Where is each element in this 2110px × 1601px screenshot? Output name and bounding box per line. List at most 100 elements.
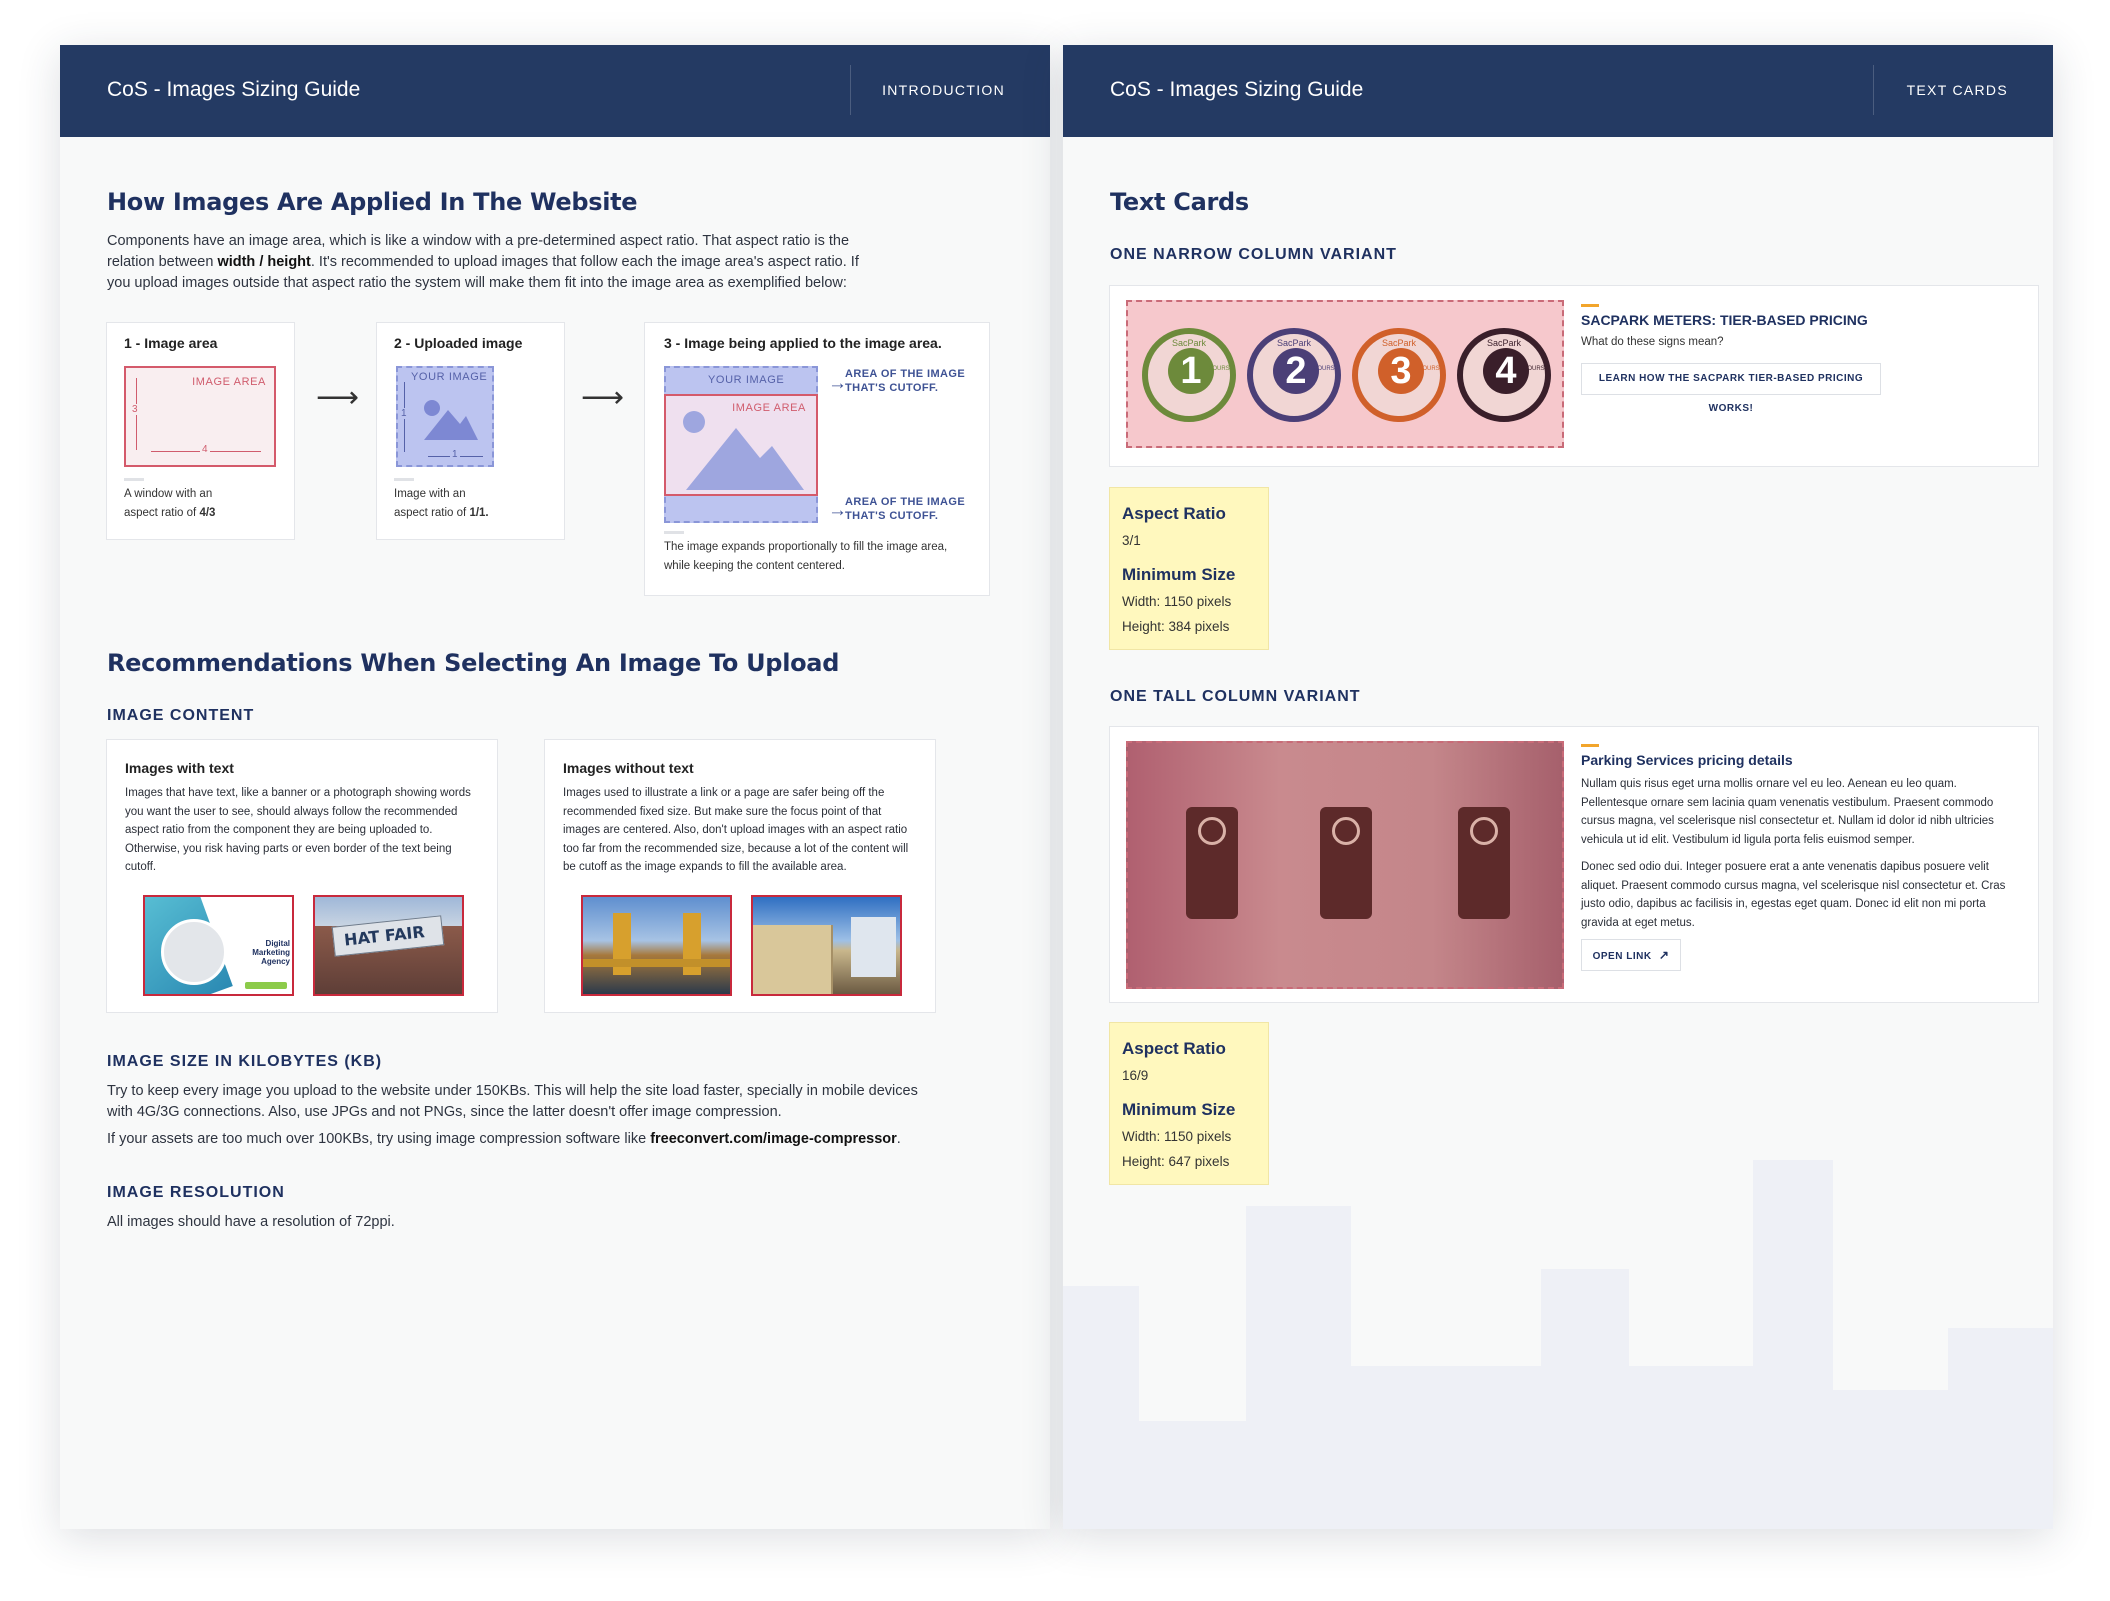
minimum-height: Height: 647 pixels — [1122, 1154, 1230, 1169]
mountain-image-icon — [683, 411, 804, 490]
cutoff-line: THAT'S CUTOFF. — [845, 510, 939, 522]
badge-brand: SacPark — [1171, 338, 1206, 348]
divider — [124, 478, 144, 481]
divider — [394, 478, 414, 481]
card-caption: The image expands proportionally to fill… — [664, 538, 947, 576]
paragraph-line: aliquet. Praesent commodo cursus magna, … — [1581, 879, 2006, 892]
building-thumbnail — [751, 895, 902, 996]
tier-badge-4: SacPark 4 HOURS — [1457, 328, 1551, 422]
payphone-3 — [1458, 807, 1510, 919]
minimum-size-label: Minimum Size — [1122, 1100, 1236, 1119]
image-area-box: IMAGE AREA 3 4 — [124, 366, 276, 467]
tall-spec-box: Aspect Ratio 16/9 Minimum Size Width: 11… — [1109, 1022, 1269, 1185]
description-line: you want the user to see, should always … — [125, 805, 458, 818]
description-line: too far from the recommended size, becau… — [563, 842, 909, 855]
card-title: Images with text — [125, 760, 234, 776]
header-divider — [1873, 65, 1874, 115]
badge-brand: SacPark — [1276, 338, 1311, 348]
caption-text: aspect ratio of — [394, 507, 470, 519]
paragraph-line: cursus magna, vel scelerisque nisl conse… — [1581, 815, 1994, 827]
variant-label: ONE NARROW COLUMN VARIANT — [1110, 246, 1397, 263]
intro-paragraph: Components have an image area, which is … — [107, 231, 987, 294]
badge-brand: SacPark — [1381, 338, 1416, 348]
skyline-decoration — [1541, 1269, 1629, 1529]
banner-text: HAT FAIR — [343, 922, 426, 950]
mountain-image-icon — [424, 400, 478, 440]
uploaded-image-box: YOUR IMAGE 1 1 — [396, 366, 494, 467]
narrow-text-card: SacPark 1 HOURS SacPark 2 HOURS SacPark … — [1109, 285, 2039, 467]
card-title: 1 - Image area — [124, 335, 218, 351]
header-bar: CoS - Images Sizing Guide TEXT CARDS — [1063, 45, 2053, 137]
intro-bold: width / height — [217, 254, 311, 270]
subsection-heading: IMAGE CONTENT — [107, 707, 255, 724]
minimum-width: Width: 1150 pixels — [1122, 1129, 1232, 1144]
header-bar: CoS - Images Sizing Guide INTRODUCTION — [60, 45, 1050, 137]
card-title: SACPARK METERS: TIER-BASED PRICING — [1581, 312, 1868, 328]
header-title: CoS - Images Sizing Guide — [107, 78, 361, 101]
tier-badge-3: SacPark 3 HOURS — [1352, 328, 1446, 422]
variant-label: ONE TALL COLUMN VARIANT — [1110, 688, 1361, 705]
description-line: recommended fixed size. But make sure th… — [563, 805, 882, 818]
page-text-cards: CoS - Images Sizing Guide TEXT CARDS Tex… — [1063, 45, 2053, 1529]
caption-line: A window with an — [124, 488, 213, 500]
subsection-heading: IMAGE RESOLUTION — [107, 1184, 285, 1201]
cutoff-label-bottom: AREA OF THE IMAGE THAT'S CUTOFF. — [845, 495, 965, 523]
paragraph-line: gravida at eget metus. — [1581, 916, 1695, 929]
card-title: Parking Services pricing details — [1581, 752, 1793, 768]
size-paragraph: Try to keep every image you upload to th… — [107, 1081, 1007, 1150]
card-description: Images that have text, like a banner or … — [125, 784, 471, 877]
skyline-decoration — [1948, 1328, 2053, 1529]
rotary-dial-icon — [1470, 817, 1498, 845]
paragraph-text: If your assets are too much over 100KBs,… — [107, 1131, 651, 1147]
description-line: cutoff. — [125, 861, 157, 873]
header-section-label: TEXT CARDS — [1906, 82, 2008, 98]
rotary-dial-icon — [1332, 817, 1360, 845]
resolution-text: All images should have a resolution of 7… — [107, 1214, 395, 1230]
cutoff-label-top: AREA OF THE IMAGE THAT'S CUTOFF. — [845, 367, 965, 395]
card-title: 3 - Image being applied to the image are… — [664, 335, 942, 351]
card-title: Images without text — [563, 760, 694, 776]
banner-text: Digital Marketing Agency — [252, 939, 290, 966]
payphone-1 — [1186, 807, 1238, 919]
caption-bold: 4/3 — [199, 507, 216, 519]
arrow-right-icon: ⟶ — [581, 381, 625, 414]
card-caption: Image with an aspect ratio of 1/1. — [394, 485, 489, 523]
open-link-button[interactable]: OPEN LINK ↗ — [1581, 939, 1681, 971]
badge-brand: SacPark — [1486, 338, 1521, 348]
caption-bold: 1/1. — [469, 507, 489, 519]
cutoff-line: AREA OF THE IMAGE — [845, 368, 966, 380]
diagram-card-image-area: 1 - Image area IMAGE AREA 3 4 A window w… — [106, 322, 295, 540]
bridge-deck — [583, 959, 730, 967]
learn-more-button[interactable]: LEARN HOW THE SACPARK TIER-BASED PRICING… — [1581, 363, 1881, 414]
header-divider — [850, 65, 851, 115]
intro-line: relation between width / height. It's re… — [107, 252, 987, 273]
images-without-text-card: Images without text Images used to illus… — [544, 739, 936, 1013]
people-photo — [161, 919, 227, 985]
skyline-decoration — [1833, 1390, 1948, 1529]
section-heading: Recommendations When Selecting An Image … — [107, 649, 840, 677]
description-line: images are centered. Also, don't upload … — [563, 824, 908, 836]
button-label: OPEN LINK — [1592, 951, 1652, 962]
aspect-ratio-label: Aspect Ratio — [1122, 1039, 1226, 1058]
diagram-card-applied-image: 3 - Image being applied to the image are… — [644, 322, 990, 596]
payphone-2 — [1320, 807, 1372, 919]
description-line: Otherwise, you risk having parts or even… — [125, 842, 452, 855]
paragraph-line: Donec sed odio dui. Integer posuere erat… — [1581, 861, 1989, 873]
minimum-width: Width: 1150 pixels — [1122, 594, 1232, 609]
paragraph-line: with 4G/3G connections. Also, use JPGs a… — [107, 1104, 782, 1120]
your-image-label: YOUR IMAGE — [411, 371, 488, 383]
street-banner: HAT FAIR — [331, 915, 445, 957]
section-heading: How Images Are Applied In The Website — [107, 188, 638, 216]
width-dimension: 4 — [200, 444, 210, 455]
width-dimension: 1 — [450, 449, 460, 460]
caption-line: aspect ratio of 1/1. — [394, 504, 489, 523]
description-line: Images that have text, like a banner or … — [125, 787, 471, 799]
subsection-heading: IMAGE SIZE IN KILOBYTES (KB) — [107, 1053, 383, 1070]
caption-line: while keeping the content centered. — [664, 560, 845, 572]
arrow-right-icon: ⟶ — [316, 381, 360, 414]
intro-text: . It's recommended to upload images that… — [310, 254, 859, 270]
height-dimension: 1 — [401, 408, 407, 419]
caption-line: The image expands proportionally to fill… — [664, 541, 948, 553]
tier-badge-1: SacPark 1 HOURS — [1142, 328, 1236, 422]
compressor-link[interactable]: freeconvert.com/image-compressor — [650, 1131, 897, 1147]
